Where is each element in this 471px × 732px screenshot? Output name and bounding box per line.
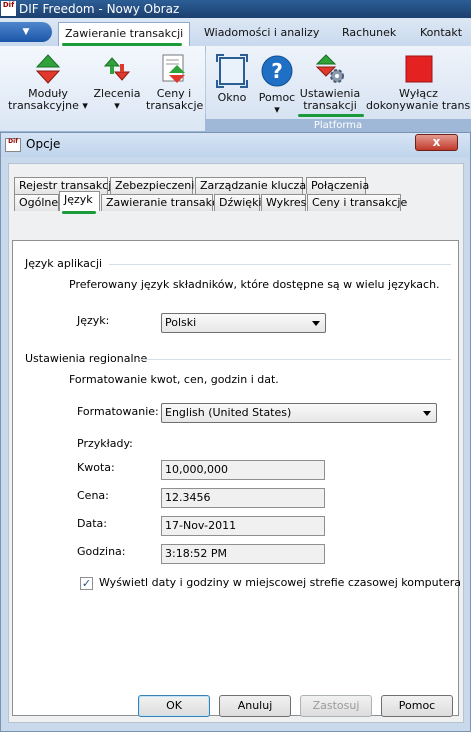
price-field: 12.3456	[161, 488, 325, 508]
tab-wiadomosci-i-analizy[interactable]: Wiadomości i analizy	[204, 24, 319, 42]
help-button[interactable]: Pomoc	[381, 695, 453, 717]
local-timezone-checkbox[interactable]: ✓	[80, 577, 93, 590]
format-select[interactable]: English (United States)	[161, 403, 437, 423]
tab-zarzadzanie-kluczami[interactable]: Zarządzanie kluczami	[195, 177, 320, 194]
cancel-button[interactable]: Anuluj	[219, 695, 291, 717]
tab-ogolne[interactable]: Ogólne	[14, 194, 59, 211]
tab-rachunek[interactable]: Rachunek	[342, 24, 396, 42]
dialog-body: Rejestr transakcji Zebezpieczenie Zarząd…	[8, 163, 464, 723]
time-field: 3:18:52 PM	[161, 544, 325, 564]
tab-zawieranie-transakcji-opcje[interactable]: Zawieranie transakcji	[101, 194, 224, 211]
chevron-down-icon	[312, 321, 320, 326]
dialog-title: Opcje	[26, 137, 61, 151]
ustawienia-transakcji-button[interactable]: Ustawienia transakcji	[298, 54, 362, 112]
ribbon-tab-row: ▼ Zawieranie transakcji Wiadomości i ana…	[0, 18, 471, 46]
ok-button[interactable]: OK	[138, 695, 210, 717]
app-title-bar: Dif DIF Freedom - Nowy Obraz	[0, 0, 471, 18]
price-sheet-icon	[162, 54, 185, 83]
app-title: DIF Freedom - Nowy Obraz	[19, 2, 180, 16]
regional-description: Formatowanie kwot, cen, godzin i dat.	[69, 373, 279, 386]
okno-label: Okno	[217, 91, 247, 104]
svg-text:?: ?	[271, 59, 283, 83]
price-label: Cena:	[77, 489, 109, 502]
app-logo: Dif	[1, 1, 16, 16]
ceny-i-transakcje-button[interactable]: Ceny i transakcje	[146, 54, 204, 112]
language-label: Język:	[77, 314, 110, 327]
group-divider	[109, 264, 451, 265]
language-tab-page: Język aplikacji Preferowany język składn…	[12, 240, 461, 716]
regional-group-title: Ustawienia regionalne	[25, 352, 148, 365]
tab-dzwieki[interactable]: Dźwięki	[214, 194, 262, 211]
orders-arrows-icon	[103, 57, 131, 81]
ribbon-group-label: Platforma	[205, 119, 471, 132]
dialog-title-bar: Dif Opcje x	[1, 133, 470, 157]
close-button[interactable]: x	[415, 134, 458, 151]
dialog-logo: Dif	[5, 138, 21, 152]
options-dialog: Dif Opcje x Rejestr transakcji Zebezpiec…	[0, 132, 471, 732]
time-label: Godzina:	[77, 545, 126, 558]
format-select-value: English (United States)	[165, 406, 292, 419]
language-select-value: Polski	[165, 316, 197, 329]
language-description: Preferowany język składników, które dost…	[69, 278, 440, 291]
window-icon	[216, 54, 248, 88]
ribbon-separator	[205, 52, 206, 114]
amount-field: 10,000,000	[161, 460, 325, 480]
app-root: Dif DIF Freedom - Nowy Obraz ▼ Zawierani…	[0, 0, 471, 732]
apply-button[interactable]: Zastosuj	[300, 695, 372, 717]
active-tab-underline	[62, 211, 96, 214]
local-timezone-label[interactable]: Wyświetl daty i godziny w miejscowej str…	[99, 576, 461, 589]
buy-sell-arrows-icon	[35, 54, 61, 84]
tab-wykres[interactable]: Wykres	[261, 194, 306, 211]
language-group-title: Język aplikacji	[25, 257, 103, 270]
date-label: Data:	[77, 517, 107, 530]
zlecenia-label: Zlecenia ▾	[93, 87, 141, 112]
date-field: 17-Nov-2011	[161, 516, 325, 536]
zlecenia-button[interactable]: Zlecenia ▾	[92, 54, 142, 112]
group-divider	[139, 359, 451, 360]
okno-button[interactable]: Okno	[212, 54, 252, 104]
pomoc-label: Pomoc ▾	[258, 91, 296, 116]
language-select[interactable]: Polski	[161, 313, 326, 333]
format-label: Formatowanie:	[77, 405, 159, 418]
tab-polaczenia[interactable]: Połączenia	[306, 177, 369, 194]
wylacz-label: Wyłącz dokonywanie transakcji	[366, 87, 471, 112]
pomoc-button[interactable]: ? Pomoc ▾	[256, 54, 298, 116]
amount-label: Kwota:	[77, 461, 115, 474]
examples-label: Przykłady:	[77, 437, 133, 450]
help-icon: ?	[261, 55, 293, 87]
check-icon: ✓	[81, 577, 92, 590]
ustawienia-highlight-underline	[298, 114, 364, 117]
tab-ceny-i-transakcje[interactable]: Ceny i transakcje	[307, 194, 407, 211]
ceny-label: Ceny i transakcje	[146, 87, 204, 112]
moduly-button[interactable]: Moduły transakcyjne ▾	[8, 54, 88, 112]
stop-square-icon	[405, 55, 432, 83]
settings-arrows-gear-icon	[315, 54, 344, 83]
tab-zebezpieczenie[interactable]: Zebezpieczenie	[110, 177, 201, 194]
moduly-label: Moduły transakcyjne ▾	[8, 87, 88, 112]
chevron-down-icon	[423, 411, 431, 416]
tab-jezyk[interactable]: Język	[59, 191, 100, 211]
application-menu-button[interactable]: ▼	[0, 22, 52, 42]
wylacz-dokonywanie-transakcji-button[interactable]: Wyłącz dokonywanie transakcji	[366, 54, 471, 112]
tab-kontakt[interactable]: Kontakt	[420, 24, 462, 42]
ustawienia-label: Ustawienia transakcji	[299, 87, 361, 112]
